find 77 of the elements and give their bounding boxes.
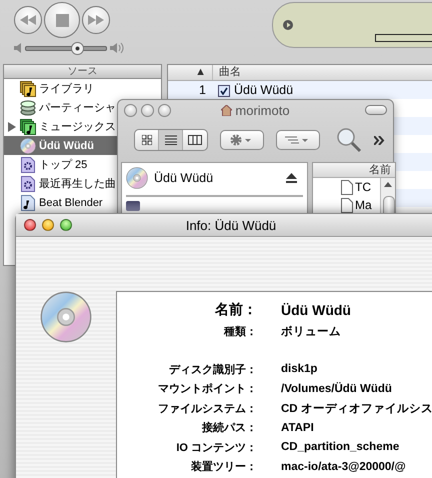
home-icon [221,104,232,116]
rewind-button[interactable] [14,6,42,34]
sidebar-item[interactable]: Üdü Wüdü [122,163,307,193]
checkbox[interactable] [218,85,230,97]
sort-column-header[interactable]: ▲ [168,65,213,80]
column-header[interactable]: ソース [4,65,161,79]
source-item[interactable]: トップ 25 [4,155,117,174]
stop-icon [56,14,68,26]
field-label: 種類： [222,324,257,340]
field-label: 名前： [214,301,257,319]
minimize-button[interactable] [141,104,154,116]
gear-icon [230,134,254,146]
field-label: マウントポイント： [157,382,257,396]
field-value: mac-io/ata-3@20000/@ [281,460,407,473]
source-item[interactable]: 最近再生した曲 [4,174,117,193]
field-value: CD_partition_scheme [281,441,400,454]
close-button[interactable] [124,104,137,116]
smart-playlist-icon [20,176,34,192]
music-library-icon [20,80,36,96]
field-label: 接続パス： [200,420,257,436]
arrange-icon [285,135,311,145]
scroll-bar[interactable] [380,178,395,213]
fast-forward-button[interactable] [82,6,110,34]
source-item[interactable]: Üdü Wüdü [4,136,117,155]
disc-stack-icon [20,100,36,116]
columns-icon [188,135,202,145]
play-circle-icon [283,20,293,30]
cd-icon [40,291,92,343]
drive-icon [126,201,140,211]
field-value: ボリューム [281,324,342,340]
track-number: 1 [198,82,207,99]
grid-icon [142,135,152,145]
stop-button[interactable] [44,2,80,38]
window-title: Info: Üdü Wüdü [186,218,276,232]
overflow-chevron-icon[interactable] [374,136,385,144]
source-item[interactable]: ライブラリ [4,79,117,98]
cd-icon [126,167,148,189]
source-item[interactable]: Beat Blender [4,193,117,212]
column-header[interactable]: 曲名 [213,65,241,80]
zoom-button[interactable] [158,104,171,116]
field-label: IO コンテンツ： [175,440,257,455]
column-header[interactable]: 名前 [313,163,395,178]
field-value: CD オーディオファイルシス [281,402,432,416]
fast-forward-icon [88,15,104,25]
arrange-button[interactable] [276,130,320,150]
minimize-button[interactable] [42,219,54,231]
cd-icon [20,138,36,154]
file-item[interactable]: TC [313,178,377,196]
eject-icon[interactable] [286,173,297,183]
field-value: disk1p [281,363,318,376]
playlist-icon [20,194,34,210]
song-title: Üdü Wüdü [234,83,294,97]
playlist-folder-icon [20,118,36,134]
list-icon [164,135,176,145]
action-button[interactable] [220,130,264,150]
field-value: /Volumes/Üdü Wüdü [281,382,393,395]
field-label: 装置ツリー： [190,460,257,474]
document-icon [341,180,353,194]
view-selector[interactable] [134,129,208,151]
source-item[interactable]: パーティーシャ [4,98,117,117]
field-value: ATAPI [281,422,315,434]
list-view-button[interactable] [159,130,183,150]
toolbar-toggle-button[interactable] [365,105,387,115]
window-title: morimoto [235,102,290,118]
zoom-button[interactable] [60,219,72,231]
field-label: ディスク識別子： [168,362,257,377]
field-value: Üdü Wüdü [281,302,352,318]
field-label: ファイルシステム： [157,402,257,416]
search-icon[interactable] [336,127,362,153]
speaker-loud-icon [110,42,124,54]
volume-thumb[interactable] [71,42,84,54]
close-button[interactable] [24,219,36,231]
smart-playlist-icon [20,156,34,172]
display-frame [375,34,432,42]
speaker-low-icon [14,43,22,53]
rewind-icon [20,15,36,25]
file-item[interactable]: Ma [313,196,377,214]
